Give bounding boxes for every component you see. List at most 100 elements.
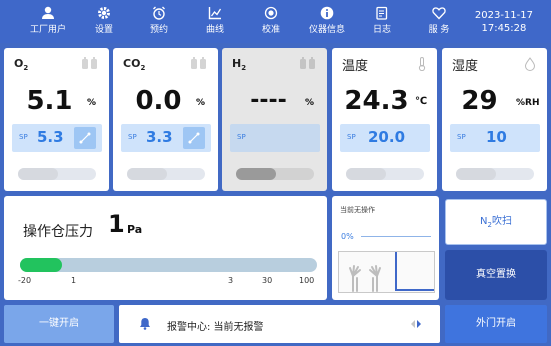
humidity-toggle[interactable] [456,168,534,180]
outer-door-open-button[interactable]: 外门开启 [445,305,547,343]
temperature-title: 温度 [342,59,369,74]
thermometer-icon [418,57,426,71]
edit-icon [188,132,200,144]
o2-sp-value: 5.3 [37,128,64,146]
nav-label: 设置 [94,25,113,35]
glovebox-illustration [338,251,435,293]
clock-time: 17:45:28 [481,23,527,34]
vacuum-replace-button[interactable]: 真空置换 [445,250,547,300]
nav-label: 工厂用户 [29,25,66,35]
sp-label: SP [457,133,466,141]
gloves-icon [349,252,434,292]
h2-setpoint[interactable]: SP [230,124,320,152]
nav-item-service[interactable]: 服 务 [419,3,459,41]
pressure-panel: 操作仓压力 1 Pa -20 1 3 30 100 [4,196,327,300]
pressure-unit: Pa [127,223,143,236]
alarm-clock-icon [153,6,165,20]
pressure-tick: 1 [71,276,77,285]
chart-icon [208,7,222,20]
sp-label: SP [128,133,137,141]
nav-item-settings[interactable]: 设置 [84,3,124,41]
nav-label: 预约 [149,25,168,35]
progress-line [361,236,431,237]
toggle-knob [127,168,167,180]
humidity-title: 湿度 [452,59,479,74]
nav-item-factory-user[interactable]: 工厂用户 [27,3,69,41]
co2-sp-value: 3.3 [146,128,173,146]
nav-label: 仪器信息 [308,25,345,35]
sp-label: SP [237,133,246,141]
scroll-arrows-icon[interactable] [410,319,422,329]
n2-purge-button[interactable]: N2吹扫 [445,199,547,245]
nav-item-log[interactable]: 日志 [362,3,402,41]
service-icon [432,7,446,20]
nav-label: 日志 [372,25,391,35]
pressure-tick: -20 [18,276,32,285]
gear-icon [98,7,110,19]
alarm-text: 报警中心: 当前无报警 [167,322,264,333]
humidity-setpoint[interactable]: SP 10 [450,124,540,152]
top-nav-bar: 工厂用户 设置 预约 曲线 校准 仪器信息 日志 服 务 2023-11-17 … [0,0,551,43]
pressure-bar [20,258,317,272]
humidity-sp-value: 10 [486,128,507,146]
o2-title: O2 [14,57,29,73]
temperature-card: 温度 24.3 ℃ SP 20.0 [332,48,437,191]
h2-card: H2 ---- % SP [222,48,327,191]
o2-unit: % [87,98,97,108]
screen: 工厂用户 设置 预约 曲线 校准 仪器信息 日志 服 务 2023-11-17 … [0,0,551,346]
operation-progress-percent: 0% [341,232,354,241]
toggle-knob [456,168,496,180]
info-icon [320,6,334,20]
pressure-value: 1 [108,210,125,238]
temperature-toggle[interactable] [346,168,424,180]
clock-date: 2023-11-17 [474,10,533,21]
gas-cylinder-icon [300,57,315,69]
co2-title: CO2 [123,57,146,73]
humidity-unit: %RH [516,98,540,108]
toggle-knob [18,168,58,180]
pressure-tick: 100 [299,276,315,285]
pressure-label: 操作仓压力 [23,224,93,240]
h2-unit: % [305,98,315,108]
sp-label: SP [19,133,28,141]
o2-toggle[interactable] [18,168,96,180]
nav-label: 校准 [261,25,280,35]
nav-item-curve[interactable]: 曲线 [195,3,235,41]
gas-cylinder-icon [191,57,206,69]
temperature-unit: ℃ [415,96,428,107]
co2-setpoint[interactable]: SP 3.3 [121,124,211,152]
h2-toggle[interactable] [236,168,314,180]
co2-toggle[interactable] [127,168,205,180]
user-icon [42,6,54,19]
operation-status-panel: 当前无操作 0% [332,196,439,300]
operation-status-text: 当前无操作 [340,206,375,214]
pressure-bar-fill [20,258,62,272]
one-key-start-button[interactable]: 一键开启 [4,305,114,343]
bell-icon [140,318,150,330]
co2-sp-edit-button[interactable] [183,127,205,149]
pressure-tick: 3 [228,276,234,285]
o2-setpoint[interactable]: SP 5.3 [12,124,102,152]
co2-unit: % [196,98,206,108]
temperature-setpoint[interactable]: SP 20.0 [340,124,430,152]
nav-item-schedule[interactable]: 预约 [139,3,179,41]
temperature-sp-value: 20.0 [368,128,406,146]
target-icon [264,6,278,20]
nav-item-device-info[interactable]: 仪器信息 [304,3,350,41]
nav-label: 服 务 [428,25,450,35]
sp-label: SP [347,133,356,141]
co2-card: CO2 0.0 % SP 3.3 [113,48,218,191]
clock: 2023-11-17 17:45:28 [475,9,533,35]
alarm-center-bar[interactable]: 报警中心: 当前无报警 [119,305,440,343]
toggle-knob [236,168,276,180]
o2-sp-edit-button[interactable] [74,127,96,149]
gas-cylinder-icon [82,57,97,69]
toggle-knob [346,168,386,180]
nav-label: 曲线 [205,25,224,35]
droplet-icon [524,57,536,71]
o2-card: O2 5.1 % SP 5.3 [4,48,109,191]
humidity-card: 湿度 29 %RH SP 10 [442,48,547,191]
edit-icon [79,132,91,144]
nav-item-calibrate[interactable]: 校准 [251,3,291,41]
h2-title: H2 [232,57,247,73]
